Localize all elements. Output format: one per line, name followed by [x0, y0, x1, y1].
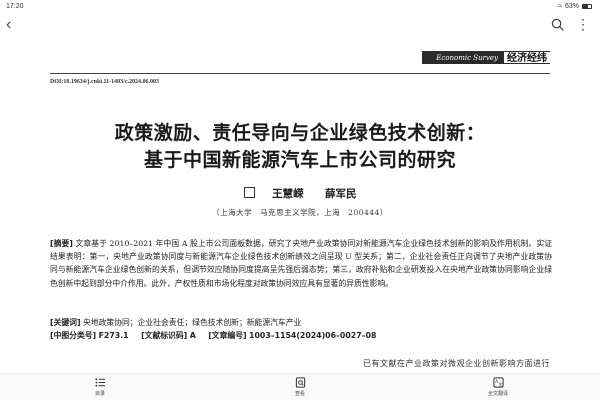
status-time: 17:20 [6, 3, 24, 10]
translate-button[interactable]: A 文 全文翻译 [478, 377, 518, 397]
article-number-label: [文章编号] [208, 331, 247, 340]
more-icon[interactable]: ⋮ [576, 16, 590, 32]
journal-brand: Economic Survey 经济经纬 [422, 51, 550, 64]
doc-code-label: [文献标识码] [141, 331, 188, 340]
classification-line: [中图分类号] F273.1 [文献标识码] A [文章编号] 1003–115… [50, 330, 386, 341]
svg-text:文: 文 [498, 381, 502, 387]
keywords-text: 央地政策协同；企业社会责任；绿色技术创新；新能源汽车产业 [83, 318, 302, 327]
clc-label: [中图分类号] [50, 331, 97, 340]
view-document-icon [295, 377, 305, 388]
nav-bar: ‹ ⋮ [0, 14, 600, 40]
wifi-icon: ≈ [558, 3, 562, 10]
toc-label: 目录 [94, 391, 105, 397]
battery-percent: 63% [564, 3, 579, 10]
view-button[interactable]: 查看 [280, 377, 320, 397]
journal-name-cn: 经济经纬 [504, 51, 550, 64]
journal-name-en: Economic Survey [422, 51, 504, 64]
author-1: 王慧嵘 [272, 188, 304, 200]
status-indicators: ≈ 63% [558, 3, 592, 10]
translate-label: 全文翻译 [487, 391, 508, 397]
header-rule [50, 73, 550, 74]
battery-icon [582, 4, 592, 9]
abstract-text: 文章基于 2010–2021 年中国 A 股上市公司面板数据，研究了央地产业政策… [50, 239, 552, 288]
bottom-toolbar: 目录 查看 A 文 全文翻译 [0, 373, 600, 400]
doc-code-value: A [189, 331, 196, 340]
search-icon[interactable] [551, 18, 564, 31]
article-title-line-1: 政策激励、责任导向与企业绿色技术创新： [114, 122, 486, 144]
authors: 王慧嵘 薛军民 [0, 186, 600, 201]
body-text-start: 已有文献在产业政策对微观企业创新影响方面进行 [363, 359, 550, 368]
article-title-line-2: 基于中国新能源汽车上市公司的研究 [143, 149, 456, 171]
abstract-label: [摘要] [50, 239, 73, 248]
translate-icon: A 文 [492, 377, 504, 388]
clc-value: F273.1 [98, 331, 129, 340]
view-label: 查看 [294, 391, 305, 397]
keywords-label: [关键词] [50, 318, 81, 327]
status-bar: 17:20 ≈ 63% [0, 0, 600, 14]
abstract: [摘要] 文章基于 2010–2021 年中国 A 股上市公司面板数据，研究了央… [50, 237, 552, 290]
author-2: 薛军民 [324, 188, 357, 200]
back-icon[interactable]: ‹ [6, 17, 11, 33]
checkbox-icon[interactable] [243, 187, 255, 198]
affiliation: （上海大学 马克思主义学院，上海 200444） [212, 208, 388, 217]
list-icon [94, 378, 105, 387]
doi: DOI:10.19634/j.cnki.11-1403/c.2024.06.00… [50, 79, 159, 85]
article-number-value: 1003–1154(2024)06–0027–08 [249, 331, 377, 340]
keywords: [关键词] 央地政策协同；企业社会责任；绿色技术创新；新能源汽车产业 [50, 317, 301, 328]
toc-button[interactable]: 目录 [80, 377, 120, 397]
